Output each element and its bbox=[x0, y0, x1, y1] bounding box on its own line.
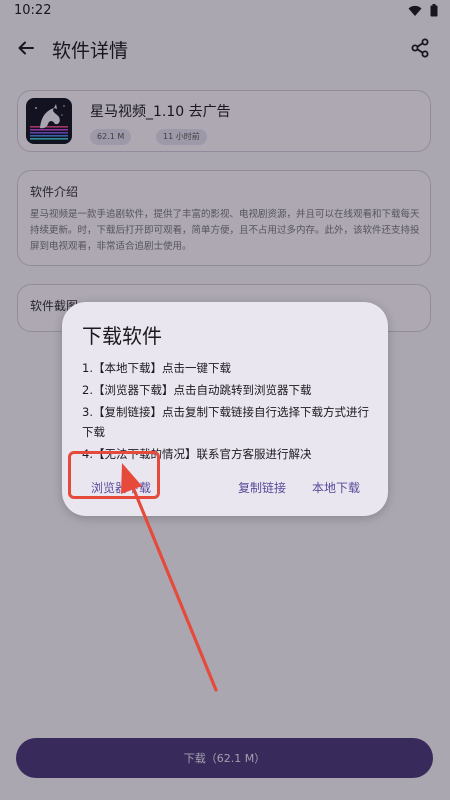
dialog-instructions: 1.【本地下载】点击一键下载 2.【浏览器下载】点击自动跳转到浏览器下载 3.【… bbox=[82, 358, 374, 466]
copy-link-button[interactable]: 复制链接 bbox=[238, 479, 286, 496]
instruction-item: 2.【浏览器下载】点击自动跳转到浏览器下载 bbox=[82, 383, 312, 397]
dialog-title: 下载软件 bbox=[82, 324, 162, 348]
local-download-button[interactable]: 本地下载 bbox=[312, 479, 360, 496]
instruction-item: 3.【复制链接】点击复制下载链接自行选择下载方式进行下载 bbox=[82, 405, 369, 439]
highlight-box bbox=[68, 451, 160, 499]
instruction-item: 1.【本地下载】点击一键下载 bbox=[82, 361, 231, 375]
